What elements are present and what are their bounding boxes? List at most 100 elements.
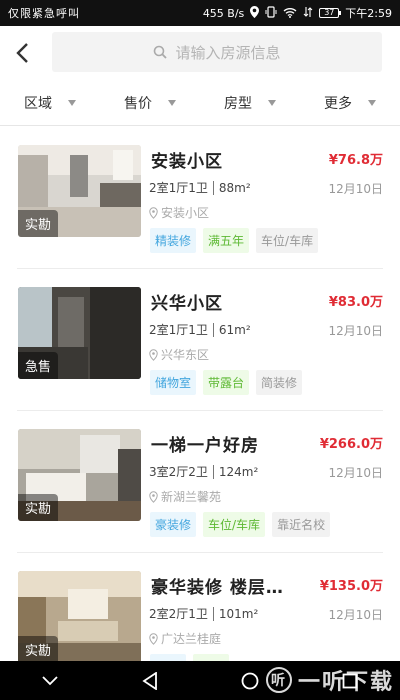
chevron-down-icon (42, 675, 58, 685)
photo-badge: 急售 (18, 352, 59, 379)
tag (193, 654, 229, 661)
battery-icon: 37 (319, 8, 342, 18)
triangle-back-icon (142, 671, 157, 690)
tag: 豪装修 (150, 512, 197, 537)
listing-specs: 3室2厅2卫 124m² (149, 463, 258, 480)
filter-area[interactable]: 区域 (0, 93, 100, 113)
filter-label: 更多 (324, 95, 352, 112)
listing-date: 12月10日 (328, 466, 383, 480)
tag: 车位/车库 (256, 228, 319, 253)
caret-down-icon (268, 99, 276, 106)
tag: 车位/车库 (203, 512, 266, 537)
status-icons: 455 B/s 37 下午2:59 (203, 5, 392, 21)
listing-area: 124m² (218, 464, 259, 479)
listing-date: 12月10日 (328, 324, 383, 338)
listing-address: 安装小区 (161, 206, 210, 220)
status-time: 下午2:59 (345, 7, 392, 20)
listing-address: 广达兰桂庭 (161, 632, 222, 646)
listing-price: ¥266.0万 (319, 437, 383, 452)
filter-bar: 区域 售价 房型 更多 (0, 80, 400, 126)
watermark-text: 一听下载 (297, 670, 394, 695)
listing-title: 豪华装修 楼层… (151, 578, 284, 598)
listing-list[interactable]: 实勘 安装小区 ¥76.8万 2室1厅1卫 88m² 12月10日 安装小区 精… (0, 127, 400, 661)
listing-date: 12月10日 (328, 608, 383, 622)
photo-badge: 实勘 (18, 210, 59, 237)
caret-down-icon (68, 99, 76, 106)
filter-room-type[interactable]: 房型 (200, 93, 300, 113)
listing-title: 兴华小区 (151, 294, 223, 314)
tag: 满五年 (203, 228, 250, 253)
divider (212, 606, 214, 621)
listing-address: 兴华东区 (161, 348, 210, 362)
watermark: 听 一听下载 (265, 664, 394, 696)
status-bar: 仅限紧急呼叫 455 B/s 37 下午2:59 (0, 0, 400, 26)
listing-tags: 豪装修 车位/车库 靠近名校 (150, 512, 331, 537)
listing-card[interactable]: 实勘 豪华装修 楼层… ¥135.0万 2室2厅1卫 101m² 12月10日 … (17, 553, 383, 661)
listing-title: 安装小区 (151, 152, 223, 172)
listing-photo: 急售 (18, 287, 141, 379)
nav-collapse-button[interactable] (30, 661, 70, 700)
search-icon (154, 45, 168, 59)
listing-card[interactable]: 实勘 安装小区 ¥76.8万 2室1厅1卫 88m² 12月10日 安装小区 精… (17, 127, 383, 269)
search-input[interactable]: 请输入房源信息 (52, 32, 382, 72)
listing-photo: 实勘 (18, 571, 141, 661)
listing-address-row: 广达兰桂庭 (149, 630, 221, 647)
listing-layout: 2室1厅1卫 (149, 323, 208, 337)
listing-date: 12月10日 (328, 182, 383, 196)
listing-area: 101m² (218, 606, 259, 621)
nav-home-button[interactable] (230, 661, 270, 700)
listing-photo: 实勘 (18, 429, 141, 521)
listing-tags (150, 654, 229, 661)
listing-price: ¥83.0万 (328, 295, 383, 310)
wifi-icon (283, 7, 297, 20)
data-icon (303, 6, 313, 20)
filter-label: 区域 (24, 95, 52, 112)
back-button[interactable] (0, 26, 44, 80)
location-pin-icon (149, 632, 158, 645)
listing-address-row: 安装小区 (149, 204, 209, 221)
listing-tags: 储物室 带露台 简装修 (150, 370, 303, 395)
nav-back-button[interactable] (130, 661, 170, 700)
filter-more[interactable]: 更多 (300, 93, 400, 113)
listing-card[interactable]: 急售 兴华小区 ¥83.0万 2室1厅1卫 61m² 12月10日 兴华东区 储… (17, 269, 383, 411)
caret-down-icon (368, 99, 376, 106)
listing-title: 一梯一户好房 (151, 436, 259, 456)
listing-address-row: 新湖兰馨苑 (149, 488, 221, 505)
listing-address: 新湖兰馨苑 (161, 490, 222, 504)
filter-label: 房型 (224, 95, 252, 112)
listing-specs: 2室1厅1卫 61m² (149, 321, 251, 338)
photo-badge: 实勘 (18, 494, 59, 521)
tag (150, 654, 186, 661)
network-speed: 455 B/s (202, 6, 245, 20)
vibrate-icon (265, 6, 277, 20)
location-pin-icon (149, 348, 158, 361)
divider (212, 180, 214, 195)
listing-area: 88m² (218, 180, 251, 195)
search-placeholder: 请输入房源信息 (175, 43, 281, 62)
listing-photo: 实勘 (18, 145, 141, 237)
divider (212, 464, 214, 479)
listing-address-row: 兴华东区 (149, 346, 209, 363)
tag: 储物室 (150, 370, 197, 395)
listing-area: 61m² (218, 322, 251, 337)
tag: 带露台 (203, 370, 250, 395)
back-arrow-icon (16, 43, 28, 63)
filter-price[interactable]: 售价 (100, 93, 200, 113)
listing-layout: 2室1厅1卫 (149, 181, 208, 195)
listing-price: ¥135.0万 (319, 579, 383, 594)
listing-card[interactable]: 实勘 一梯一户好房 ¥266.0万 3室2厅2卫 124m² 12月10日 新湖… (17, 411, 383, 553)
circle-home-icon (241, 672, 259, 689)
tag: 简装修 (256, 370, 303, 395)
tag: 精装修 (150, 228, 197, 253)
photo-badge: 实勘 (18, 636, 59, 661)
divider (212, 322, 214, 337)
caret-down-icon (168, 99, 176, 106)
listing-specs: 2室1厅1卫 88m² (149, 179, 251, 196)
listing-specs: 2室2厅1卫 101m² (149, 605, 258, 622)
location-pin-icon (149, 206, 158, 219)
location-pin-icon (149, 490, 158, 503)
filter-label: 售价 (124, 95, 152, 112)
status-carrier-text: 仅限紧急呼叫 (8, 7, 80, 20)
location-icon (250, 6, 260, 20)
watermark-logo: 听 (265, 667, 292, 693)
